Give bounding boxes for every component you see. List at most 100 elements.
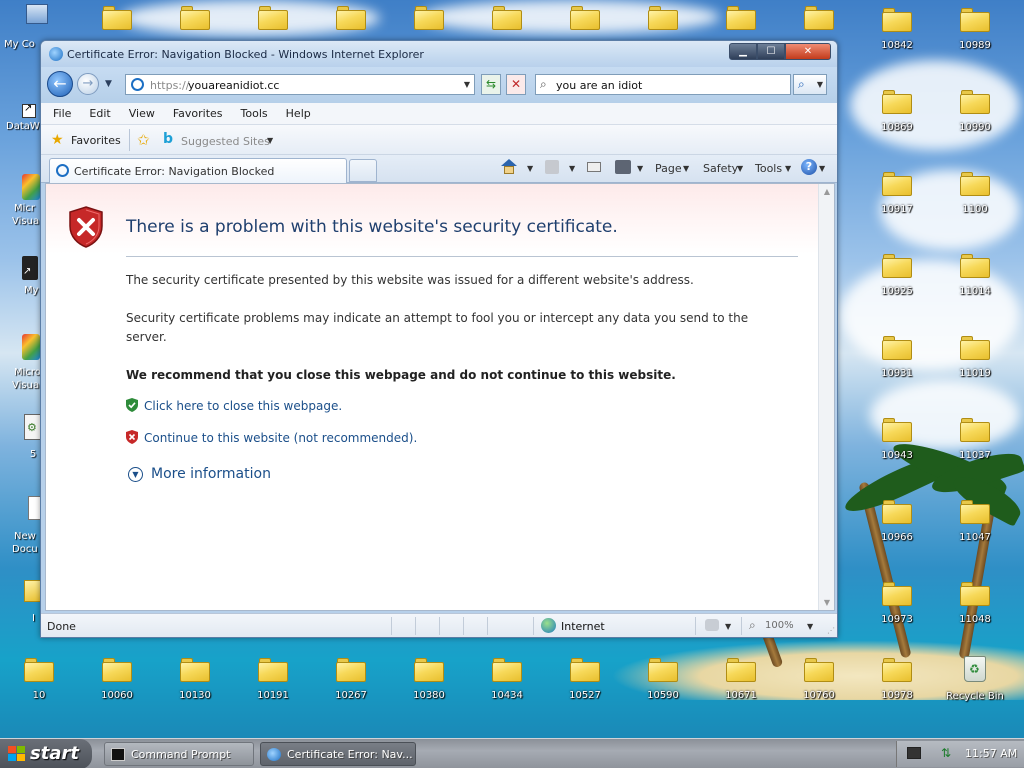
ie-window[interactable]: Certificate Error: Navigation Blocked - … (40, 40, 838, 638)
folder-icon (414, 658, 444, 682)
home-icon[interactable] (501, 159, 517, 175)
more-information-label[interactable]: More information (151, 466, 271, 482)
desktop-icon-folder[interactable]: 11037 (942, 412, 1008, 482)
tab-certificate-error[interactable]: Certificate Error: Navigation Blocked (49, 158, 347, 183)
desktop-icon-folder[interactable]: 11048 (942, 576, 1008, 646)
desktop-icon-folder[interactable]: 10973 (864, 576, 930, 646)
back-button[interactable]: ← (47, 71, 73, 97)
desktop-icon-folder[interactable]: 10869 (864, 84, 930, 154)
desktop-icon-folder[interactable]: 10434 (474, 652, 540, 722)
address-dropdown-icon[interactable]: ▼ (464, 80, 470, 89)
help-icon[interactable]: ? (801, 159, 817, 175)
continue-to-website-link[interactable]: Continue to this website (not recommende… (126, 430, 417, 445)
taskbar-item-internet-explorer[interactable]: Certificate Error: Nav... (260, 742, 416, 766)
menu-view[interactable]: View (129, 107, 155, 120)
chevron-down-icon[interactable]: ▼ (637, 164, 643, 173)
chevron-down-icon[interactable]: ▼ (569, 164, 575, 173)
close-webpage-link[interactable]: Click here to close this webpage. (126, 398, 342, 413)
address-bar[interactable]: https:// youareanidiot.cc ▼ (125, 74, 475, 95)
zoom-level-button[interactable]: 100% (765, 620, 794, 631)
desktop-icon-folder[interactable]: 10527 (552, 652, 618, 722)
desktop-icon-folder[interactable]: 10842 (864, 2, 930, 72)
suggested-sites-button[interactable]: Suggested Sites (181, 135, 270, 148)
scroll-up-icon[interactable]: ▲ (824, 187, 830, 196)
chevron-down-icon[interactable]: ▼ (817, 80, 823, 89)
desktop-icon-folder[interactable]: 10191 (240, 652, 306, 722)
menu-help[interactable]: Help (286, 107, 311, 120)
add-to-favorites-icon[interactable]: ✩ (137, 131, 150, 149)
search-input[interactable]: ⌕ you are an idiot (535, 74, 791, 95)
favorites-button[interactable]: Favorites (71, 134, 121, 147)
desktop-icon-shortcut[interactable] (22, 174, 40, 200)
desktop-icon-recycle-bin[interactable]: ♻ Recycle Bin (942, 652, 1008, 722)
start-button[interactable]: start (0, 739, 92, 768)
scroll-down-icon[interactable]: ▼ (824, 598, 830, 607)
desktop-icon-folder[interactable]: 10917 (864, 166, 930, 236)
title-bar[interactable]: Certificate Error: Navigation Blocked - … (41, 41, 837, 67)
desktop-icon-folder[interactable]: 10943 (864, 412, 930, 482)
taskbar-item-command-prompt[interactable]: Command Prompt (104, 742, 254, 766)
desktop-icon-folder[interactable]: 10760 (786, 652, 852, 722)
page-menu-button[interactable]: Page (655, 162, 682, 175)
desktop-icon-folder[interactable]: 10 (6, 652, 72, 722)
desktop-icon-folder[interactable]: 1100 (942, 166, 1008, 236)
desktop-icon-folder[interactable]: 10590 (630, 652, 696, 722)
stop-button[interactable]: ✕ (506, 74, 526, 95)
menu-file[interactable]: File (53, 107, 71, 120)
minimize-button[interactable]: ▁ (729, 43, 757, 60)
desktop-icon-folder[interactable]: 11014 (942, 248, 1008, 318)
chevron-down-icon[interactable]: ▼ (737, 164, 743, 173)
desktop-icon-label: 10267 (335, 690, 367, 701)
desktop-icon-shortcut[interactable]: ↗ (22, 103, 36, 118)
desktop-icon-folder[interactable]: 11019 (942, 330, 1008, 400)
new-tab-button[interactable] (349, 159, 377, 182)
refresh-button[interactable]: ⇆ (481, 74, 501, 95)
search-button[interactable]: ⌕ ▼ (793, 74, 827, 95)
more-information-toggle[interactable]: ▼ More information (128, 466, 271, 482)
desktop-icon-shortcut[interactable]: ↗ (22, 256, 38, 280)
desktop-icon-folder[interactable]: 10931 (864, 330, 930, 400)
chevron-down-icon[interactable]: ▼ (819, 164, 825, 173)
desktop-icon-folder[interactable]: 10989 (942, 2, 1008, 72)
security-zone[interactable]: Internet (561, 620, 605, 633)
chevron-down-icon[interactable]: ▼ (807, 622, 813, 631)
desktop-icon-folder[interactable]: 10978 (864, 652, 930, 722)
clock[interactable]: 11:57 AM (965, 747, 1017, 760)
chevron-down-icon[interactable]: ▼ (785, 164, 791, 173)
resize-grip-icon[interactable]: ⋰ (827, 626, 835, 635)
vertical-scrollbar[interactable]: ▲ ▼ (818, 184, 834, 610)
keyboard-icon[interactable] (907, 747, 921, 759)
chevron-down-icon[interactable]: ▼ (267, 136, 273, 145)
forward-button[interactable]: → (77, 73, 99, 95)
continue-link-text[interactable]: Continue to this website (not recommende… (144, 431, 417, 445)
protected-mode-icon[interactable] (705, 619, 719, 631)
menu-edit[interactable]: Edit (89, 107, 110, 120)
maximize-button[interactable]: ☐ (757, 43, 785, 60)
printer-icon[interactable] (615, 160, 631, 174)
mail-icon[interactable] (587, 162, 601, 172)
menu-favorites[interactable]: Favorites (173, 107, 223, 120)
tools-menu-button[interactable]: Tools (755, 162, 782, 175)
network-icon[interactable]: ⇅ (941, 746, 955, 760)
close-button[interactable]: ✕ (785, 43, 831, 60)
chevron-down-icon[interactable]: ▼ (683, 164, 689, 173)
desktop-icon-folder[interactable]: 11047 (942, 494, 1008, 564)
recent-pages-dropdown[interactable]: ▼ (105, 79, 112, 89)
desktop-icon-folder[interactable]: 10990 (942, 84, 1008, 154)
desktop-icon-folder[interactable]: 10671 (708, 652, 774, 722)
desktop-icon-folder[interactable]: 10060 (84, 652, 150, 722)
desktop-icon-folder[interactable]: 10380 (396, 652, 462, 722)
desktop-icon-folder[interactable]: 10130 (162, 652, 228, 722)
menu-tools[interactable]: Tools (241, 107, 268, 120)
chevron-down-icon[interactable]: ▼ (527, 164, 533, 173)
desktop-icon-folder[interactable]: 10925 (864, 248, 930, 318)
chevron-down-icon[interactable]: ▼ (725, 622, 731, 631)
safety-menu-button[interactable]: Safety (703, 162, 738, 175)
recommendation-text: We recommend that you close this webpage… (126, 368, 676, 382)
feeds-icon[interactable] (545, 160, 559, 174)
close-webpage-link-text[interactable]: Click here to close this webpage. (144, 399, 342, 413)
desktop-icon-folder[interactable]: 10267 (318, 652, 384, 722)
desktop-icon-shortcut[interactable] (22, 334, 40, 360)
desktop-icon-folder[interactable]: 10966 (864, 494, 930, 564)
desktop-icon-my-computer[interactable] (20, 2, 54, 38)
